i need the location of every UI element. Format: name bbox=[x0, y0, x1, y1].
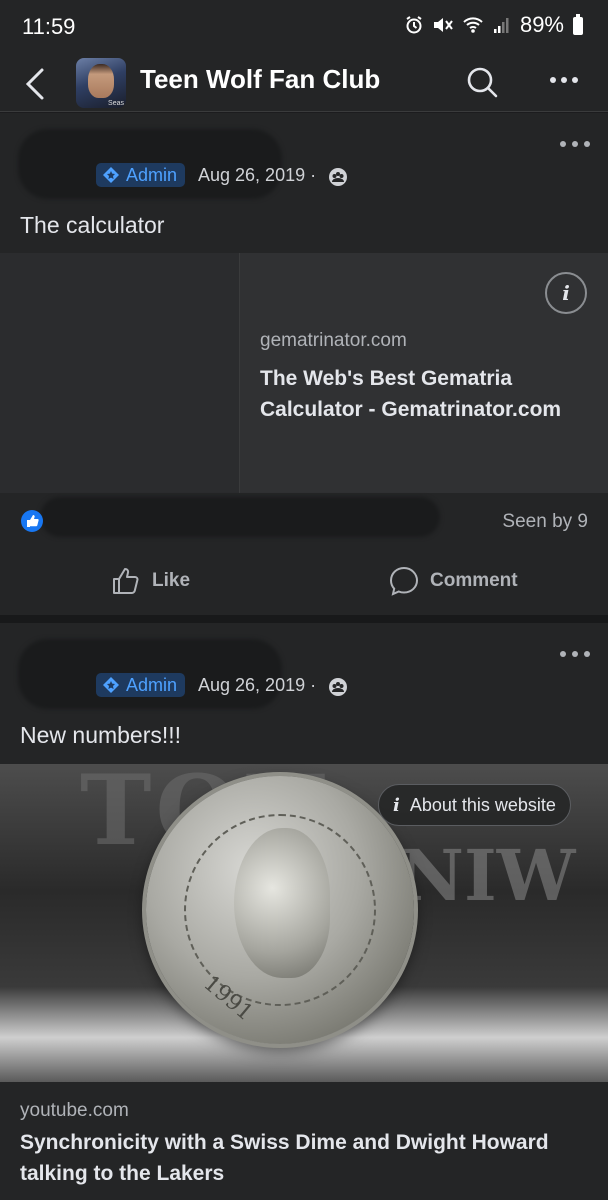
comment-label: Comment bbox=[430, 570, 518, 591]
signal-icon bbox=[493, 18, 509, 33]
battery-percent: 89% bbox=[519, 12, 564, 37]
like-reaction-icon[interactable] bbox=[20, 509, 44, 533]
link-thumbnail bbox=[0, 253, 240, 493]
link-title[interactable]: Synchronicity with a Swiss Dime and Dwig… bbox=[20, 1127, 600, 1189]
status-time: 11:59 bbox=[22, 14, 76, 39]
group-members-icon bbox=[329, 168, 347, 186]
admin-shield-icon bbox=[103, 677, 119, 693]
post-card: Admin Aug 26, 2019 · The calculator i ge… bbox=[0, 113, 608, 615]
group-avatar[interactable]: Seas bbox=[76, 58, 126, 108]
chevron-left-icon[interactable] bbox=[22, 66, 54, 102]
post-date[interactable]: Aug 26, 2019 · bbox=[198, 165, 316, 186]
battery-icon bbox=[573, 14, 583, 35]
admin-badge: Admin bbox=[96, 673, 186, 697]
post-divider bbox=[0, 615, 608, 623]
seen-by-count[interactable]: Seen by 9 bbox=[502, 511, 588, 533]
group-title[interactable]: Teen Wolf Fan Club bbox=[140, 64, 380, 95]
link-domain: gematrinator.com bbox=[260, 330, 407, 351]
post-card: Admin Aug 26, 2019 · New numbers!!! TOU … bbox=[0, 623, 608, 1200]
link-title[interactable]: The Web's Best Gematria Calculator - Gem… bbox=[260, 363, 600, 425]
admin-badge-label: Admin bbox=[126, 674, 178, 695]
info-icon: i bbox=[393, 794, 400, 816]
alarm-icon bbox=[406, 16, 422, 34]
coin-portrait bbox=[234, 828, 330, 978]
group-members-icon bbox=[329, 678, 347, 696]
thumbs-up-icon bbox=[113, 568, 139, 594]
admin-shield-icon bbox=[103, 167, 119, 183]
avatar-face bbox=[88, 64, 114, 98]
admin-badge: Admin bbox=[96, 163, 186, 187]
info-icon[interactable]: i bbox=[545, 272, 587, 314]
coin-image: 1991 bbox=[146, 776, 414, 1044]
post-actions: Like Comment bbox=[0, 553, 608, 609]
wifi-icon bbox=[463, 17, 483, 33]
search-icon[interactable] bbox=[464, 64, 500, 100]
comment-bubble-icon bbox=[389, 566, 419, 596]
like-button[interactable]: Like bbox=[110, 563, 190, 599]
link-domain: youtube.com bbox=[20, 1100, 129, 1121]
about-website-button[interactable]: i About this website bbox=[378, 784, 571, 826]
seen-row: Seen by 9 bbox=[0, 493, 608, 549]
about-website-label: About this website bbox=[409, 794, 556, 815]
status-icons: 89% bbox=[404, 12, 584, 38]
post-more-icon[interactable] bbox=[558, 137, 592, 151]
post-text: The calculator bbox=[20, 212, 165, 238]
admin-badge-label: Admin bbox=[126, 164, 178, 185]
post-more-icon[interactable] bbox=[558, 647, 592, 661]
mute-icon bbox=[433, 18, 453, 32]
comment-button[interactable]: Comment bbox=[388, 563, 518, 599]
group-header: Seas Teen Wolf Fan Club bbox=[0, 56, 608, 112]
link-image[interactable]: TOU NIW 1991 i About this website bbox=[0, 764, 608, 1082]
like-label: Like bbox=[152, 570, 191, 591]
post-date[interactable]: Aug 26, 2019 · bbox=[198, 675, 316, 696]
avatar-tag: Seas bbox=[108, 100, 124, 107]
status-bar: 11:59 89% bbox=[0, 0, 608, 56]
more-horizontal-icon[interactable] bbox=[548, 70, 580, 90]
post-text: New numbers!!! bbox=[20, 722, 182, 748]
image-background-text: NIW bbox=[400, 834, 576, 917]
